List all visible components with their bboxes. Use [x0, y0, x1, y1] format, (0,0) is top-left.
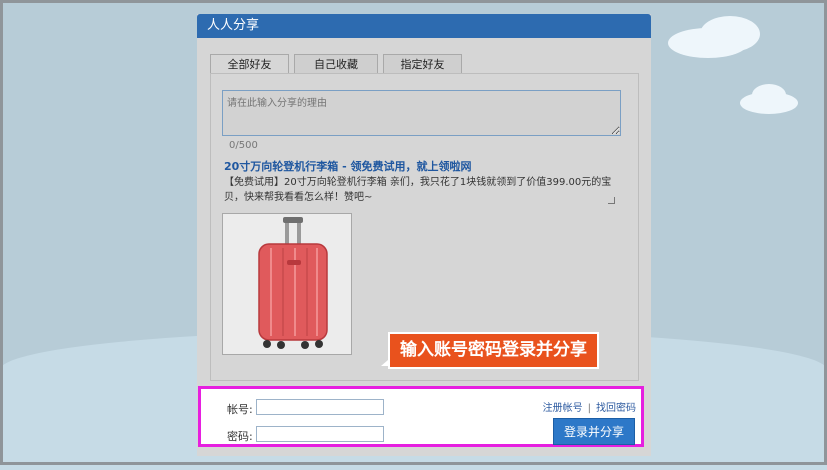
luggage-icon	[258, 217, 328, 349]
account-input[interactable]	[256, 399, 384, 415]
article-description: 【免费试用】20寸万向轮登机行李箱 亲们，我只花了1块钱就领到了价值399.00…	[224, 175, 621, 207]
account-label: 帐号:	[227, 403, 253, 416]
cloud	[752, 84, 786, 106]
article-description-text: 【免费试用】20寸万向轮登机行李箱 亲们，我只花了1块钱就领到了价值399.00…	[224, 177, 612, 203]
login-hint-callout: 输入账号密码登录并分享	[388, 332, 599, 369]
link-separator: |	[587, 403, 591, 414]
friend-tabs: 全部好友 自己收藏 指定好友	[210, 54, 462, 74]
article-title-link[interactable]: 20寸万向轮登机行李箱 - 领免费试用，就上领啦网	[224, 158, 472, 174]
product-image	[222, 213, 352, 355]
register-link[interactable]: 注册帐号	[543, 403, 583, 414]
cloud	[700, 16, 760, 52]
tab-own-favorites[interactable]: 自己收藏	[294, 54, 378, 73]
login-and-share-button[interactable]: 登录并分享	[553, 418, 635, 445]
password-label: 密码:	[227, 430, 253, 443]
tab-all-friends[interactable]: 全部好友	[210, 54, 289, 74]
recover-password-link[interactable]: 找回密码	[596, 403, 636, 414]
share-reason-input[interactable]	[222, 90, 621, 136]
tab-specified-friends[interactable]: 指定好友	[383, 54, 462, 73]
account-links: 注册帐号 | 找回密码	[543, 399, 636, 414]
char-counter: 0/500	[229, 140, 258, 151]
login-form: 帐号: 密码: 注册帐号 | 找回密码 登录并分享	[198, 386, 644, 447]
resize-handle-icon[interactable]	[608, 197, 615, 204]
dialog-title: 人人分享	[197, 14, 651, 38]
password-input[interactable]	[256, 426, 384, 442]
